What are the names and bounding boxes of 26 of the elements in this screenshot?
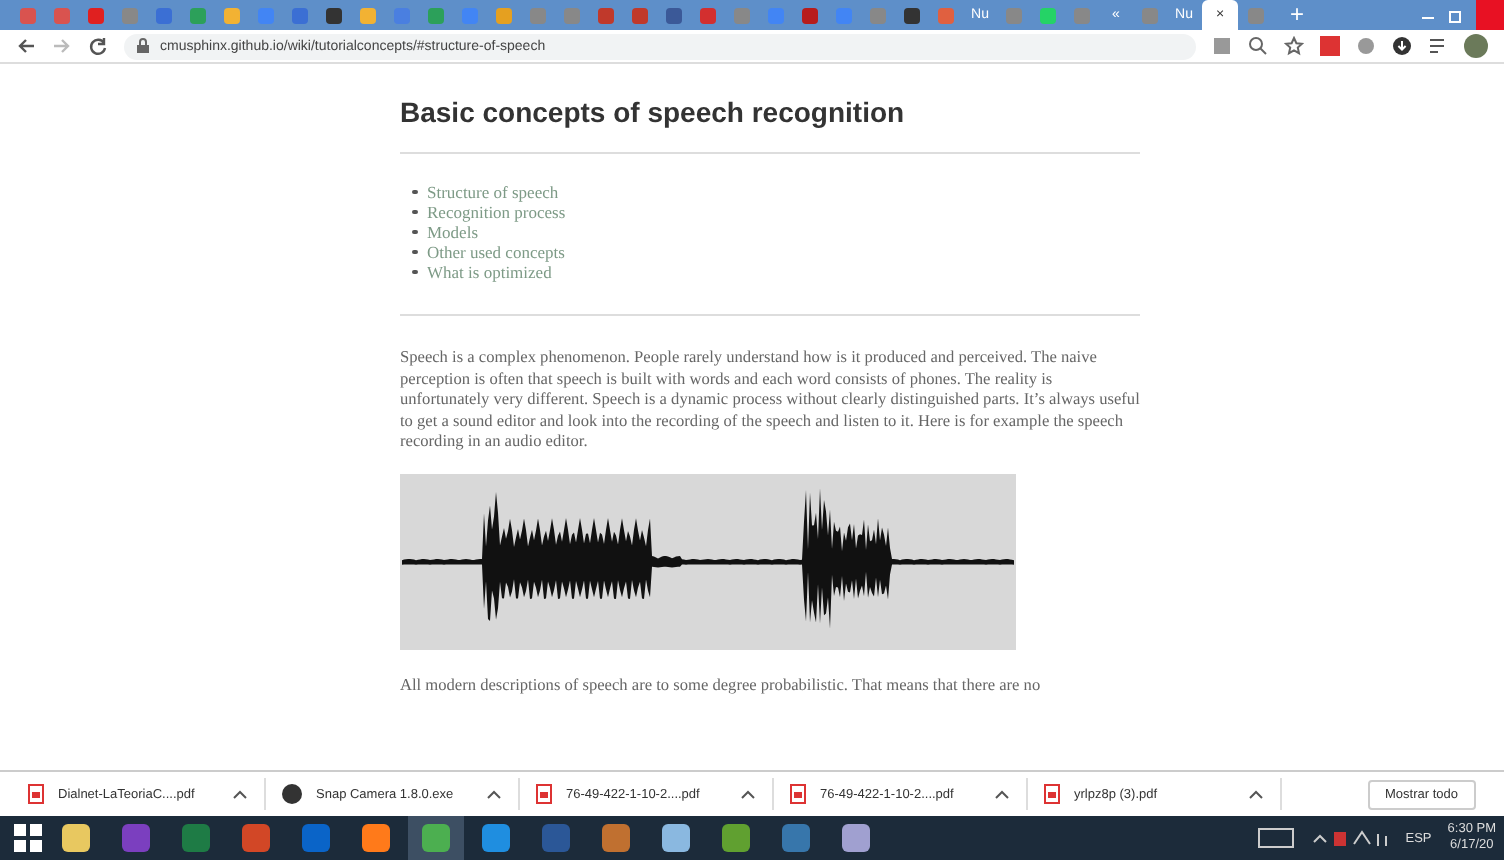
- reload-icon[interactable]: [88, 36, 108, 56]
- avatar-icon[interactable]: [1464, 34, 1488, 58]
- windows-start-icon[interactable]: [12, 822, 44, 854]
- playlist-icon[interactable]: [1428, 36, 1448, 56]
- caret-icon[interactable]: [740, 788, 756, 800]
- forward-icon[interactable]: [52, 36, 72, 56]
- restore-icon[interactable]: [1448, 7, 1464, 23]
- tray-icons-drawing[interactable]: [1309, 828, 1390, 848]
- lock-icon: [136, 38, 150, 54]
- back-icon[interactable]: [16, 36, 36, 56]
- app-file-icon: [282, 784, 302, 804]
- caret-icon[interactable]: [994, 788, 1010, 800]
- download-icon[interactable]: [1392, 36, 1412, 56]
- pdf-file-icon: [28, 784, 44, 804]
- pdf-file-icon: [536, 784, 552, 804]
- pdf-file-icon: [1044, 784, 1060, 804]
- keyboard-icon[interactable]: [1257, 828, 1294, 848]
- caret-icon[interactable]: [486, 788, 502, 800]
- body-paragraph: All modern descriptions of speech are to some degree probabilistic. That means that there are no: [400, 675, 1043, 698]
- page-title: Basic concepts of speech recognition: [400, 96, 907, 128]
- pdf-file-icon: [790, 784, 806, 804]
- body-paragraph: Speech is a complex phenomenon. People rarely understand how is it produced and perceived. The naive perception is often that speech is built with words and each word consists of phones. The reality is unfortunately very different. Speech is a dynamic process without clearly distinguished parts. It’s always useful to get a sound editor and look into the recording of the speech and listen to it. Here is for example the speech recording in an audio editor.: [400, 348, 1140, 454]
- caret-icon[interactable]: [232, 788, 248, 800]
- star-icon[interactable]: [1284, 36, 1304, 56]
- caret-icon[interactable]: [1248, 788, 1264, 800]
- zoom-icon[interactable]: [1248, 36, 1268, 56]
